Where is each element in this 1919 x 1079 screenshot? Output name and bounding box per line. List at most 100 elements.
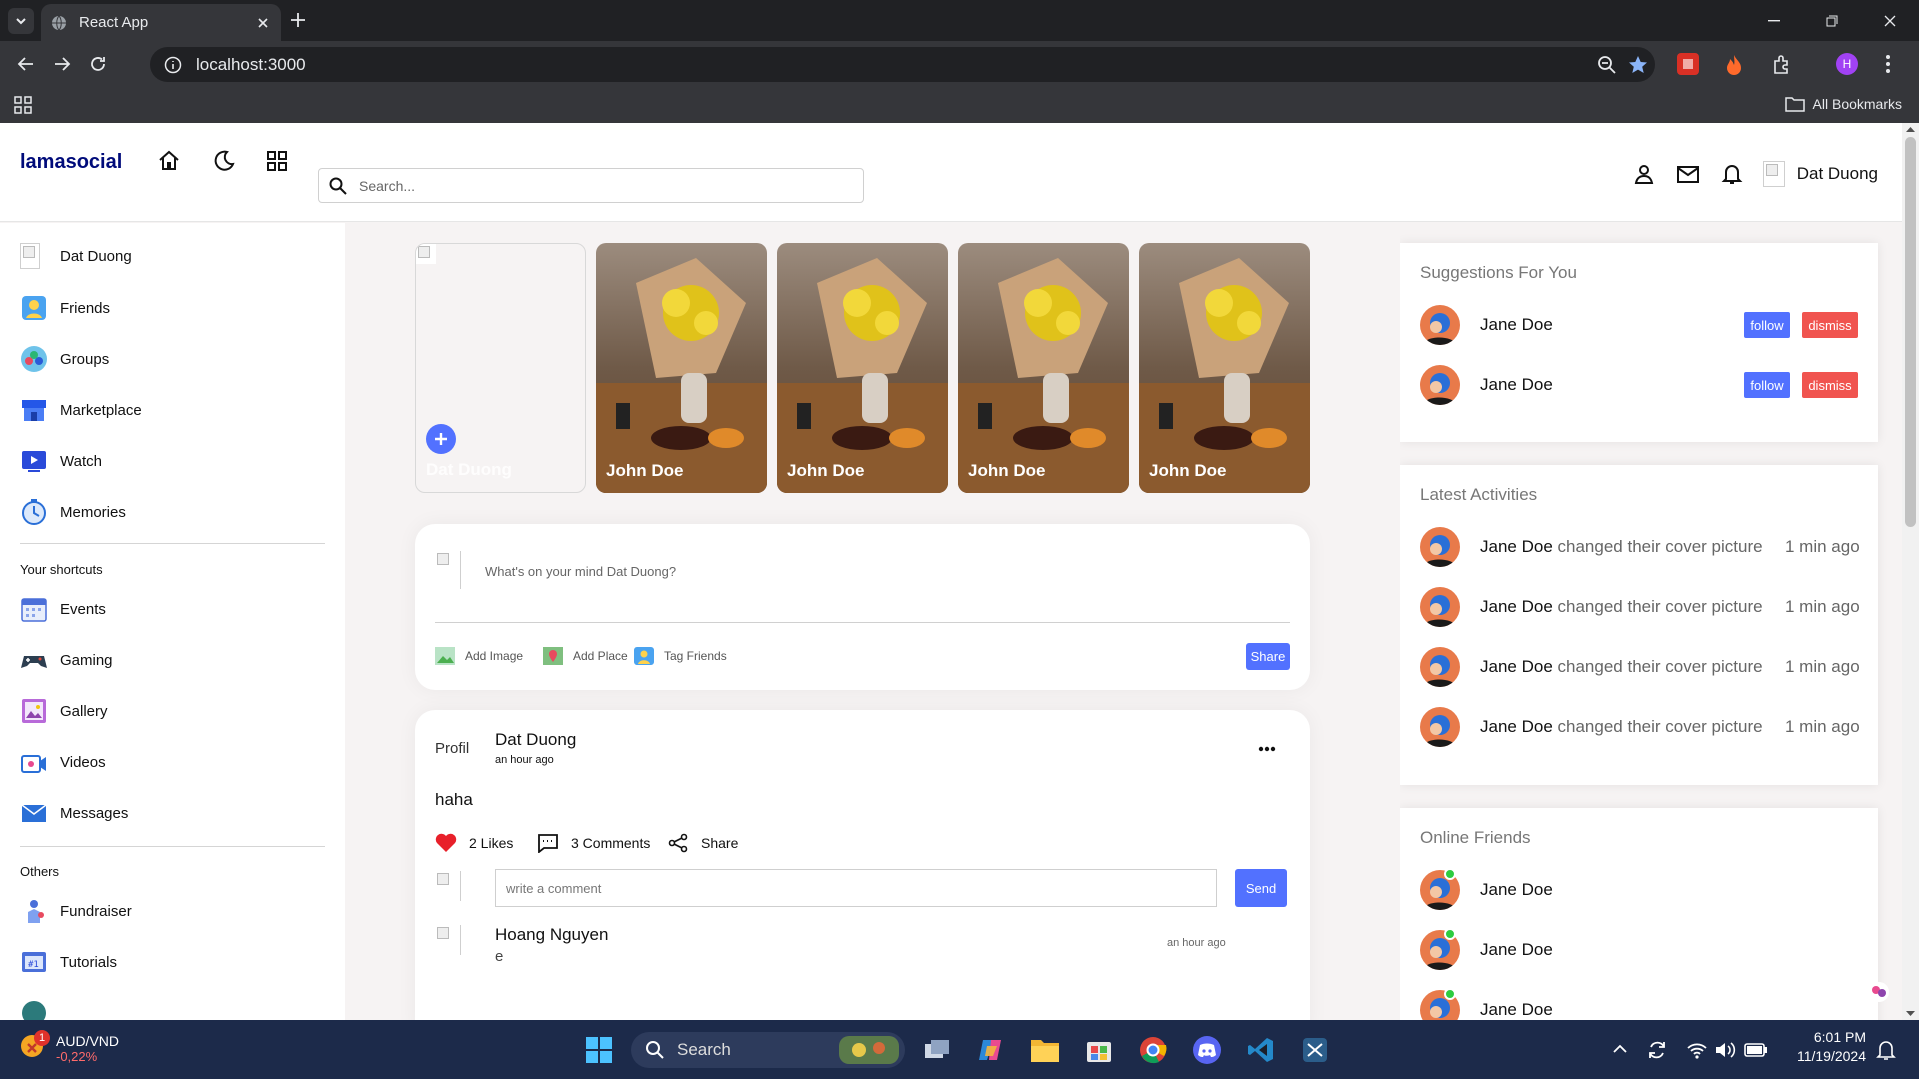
sidebar-item-messages[interactable]: Messages: [20, 799, 128, 827]
sidebar-item-watch[interactable]: Watch: [20, 447, 102, 475]
add-image-button[interactable]: Add Image: [435, 647, 523, 665]
composer-input[interactable]: What's on your mind Dat Duong?: [485, 564, 676, 579]
close-window-button[interactable]: [1861, 0, 1919, 41]
avatar[interactable]: [1420, 527, 1460, 567]
post-author[interactable]: Dat Duong: [495, 730, 576, 750]
new-tab-icon[interactable]: [289, 11, 307, 29]
avatar[interactable]: [1420, 365, 1460, 405]
taskbar-app-copilot[interactable]: [971, 1030, 1011, 1070]
sidebar-item-events[interactable]: Events: [20, 595, 106, 623]
reload-button[interactable]: [86, 52, 110, 76]
comment-input[interactable]: write a comment: [495, 869, 1217, 907]
fire-extension-icon[interactable]: [1725, 54, 1743, 76]
story-card[interactable]: John Doe: [1139, 243, 1310, 493]
post-share-button[interactable]: Share: [667, 833, 738, 853]
online-friend-name[interactable]: Jane Doe: [1480, 880, 1553, 900]
activity-user[interactable]: Jane Doe: [1480, 717, 1553, 736]
dismiss-button[interactable]: dismiss: [1802, 372, 1858, 398]
like-button[interactable]: 2 Likes: [435, 833, 513, 853]
all-bookmarks[interactable]: All Bookmarks: [1784, 96, 1902, 112]
mail-icon[interactable]: [1675, 161, 1701, 187]
suggestion-name[interactable]: Jane Doe: [1480, 315, 1553, 335]
page-scrollbar[interactable]: [1902, 123, 1919, 1020]
sidebar-item-fundraiser[interactable]: Fundraiser: [20, 897, 132, 925]
scroll-down-icon[interactable]: [1906, 1011, 1915, 1017]
battery-icon[interactable]: [1744, 1041, 1768, 1059]
post-avatar[interactable]: Profil: [435, 730, 475, 770]
story-card[interactable]: John Doe: [958, 243, 1129, 493]
forward-button[interactable]: [50, 52, 74, 76]
courses-icon[interactable]: [20, 999, 48, 1020]
online-friend-name[interactable]: Jane Doe: [1480, 1000, 1553, 1020]
volume-icon[interactable]: [1714, 1040, 1736, 1060]
sidebar-item-marketplace[interactable]: Marketplace: [20, 396, 142, 424]
home-icon[interactable]: [156, 148, 182, 174]
send-button[interactable]: Send: [1235, 869, 1287, 907]
story-card[interactable]: John Doe: [777, 243, 948, 493]
comment-author[interactable]: Hoang Nguyen: [495, 925, 608, 945]
sync-icon[interactable]: [1646, 1039, 1668, 1061]
scrollbar-thumb[interactable]: [1905, 137, 1916, 527]
minimize-button[interactable]: [1745, 0, 1803, 41]
suggestion-name[interactable]: Jane Doe: [1480, 375, 1553, 395]
story-own[interactable]: Dat Duong: [415, 243, 586, 493]
scroll-up-icon[interactable]: [1906, 126, 1915, 132]
avatar[interactable]: [1420, 305, 1460, 345]
taskbar-app-store[interactable]: [1079, 1030, 1119, 1070]
avatar[interactable]: [1420, 647, 1460, 687]
site-info-icon[interactable]: [164, 56, 182, 74]
story-card[interactable]: John Doe: [596, 243, 767, 493]
taskbar-search[interactable]: Search: [631, 1032, 905, 1068]
grid-apps-icon[interactable]: [264, 148, 290, 174]
sidebar-item-groups[interactable]: Groups: [20, 345, 109, 373]
extension-red-icon[interactable]: [1677, 53, 1699, 75]
online-friend-name[interactable]: Jane Doe: [1480, 940, 1553, 960]
activity-user[interactable]: Jane Doe: [1480, 657, 1553, 676]
add-place-button[interactable]: Add Place: [543, 647, 628, 665]
zoom-icon[interactable]: [1597, 55, 1617, 75]
apps-grid-icon[interactable]: [14, 96, 32, 114]
restore-button[interactable]: [1803, 0, 1861, 41]
stock-widget[interactable]: 1 AUD/VND -0,22%: [20, 1030, 119, 1066]
app-logo[interactable]: lamasocial: [20, 151, 122, 174]
activity-user[interactable]: Jane Doe: [1480, 537, 1553, 556]
bookmark-star-icon[interactable]: [1627, 54, 1649, 76]
sidebar-item-videos[interactable]: Videos: [20, 748, 106, 776]
search-input[interactable]: Search...: [359, 178, 415, 194]
activity-user[interactable]: Jane Doe: [1480, 597, 1553, 616]
sidebar-item-gaming[interactable]: Gaming: [20, 646, 113, 674]
dismiss-button[interactable]: dismiss: [1802, 312, 1858, 338]
search-box[interactable]: Search...: [318, 168, 864, 203]
add-story-button[interactable]: [426, 424, 456, 454]
bell-icon[interactable]: [1719, 161, 1745, 187]
assistant-extension-icon[interactable]: [1868, 981, 1890, 1003]
person-icon[interactable]: [1631, 161, 1657, 187]
tag-friends-button[interactable]: Tag Friends: [634, 647, 727, 665]
kebab-menu-icon[interactable]: [1885, 54, 1891, 74]
taskbar-app-vscode[interactable]: [1241, 1030, 1281, 1070]
sidebar-item-gallery[interactable]: Gallery: [20, 697, 108, 725]
dark-mode-icon[interactable]: [210, 148, 236, 174]
sidebar-item-friends[interactable]: Friends: [20, 294, 110, 322]
taskbar-app-explorer[interactable]: [1025, 1030, 1065, 1070]
avatar[interactable]: [1420, 587, 1460, 627]
browser-tab[interactable]: React App: [41, 4, 281, 41]
extensions-icon[interactable]: [1771, 53, 1793, 75]
sidebar-item-memories[interactable]: Memories: [20, 498, 126, 526]
wifi-icon[interactable]: [1686, 1040, 1708, 1060]
profile-avatar[interactable]: H: [1836, 53, 1858, 75]
taskbar-app-discord[interactable]: [1187, 1030, 1227, 1070]
back-button[interactable]: [14, 52, 38, 76]
clock[interactable]: 6:01 PM 11/19/2024: [1780, 1029, 1866, 1064]
avatar[interactable]: [1762, 161, 1785, 187]
taskbar-app-snipping[interactable]: [1295, 1030, 1335, 1070]
chevron-up-icon[interactable]: [1612, 1044, 1628, 1054]
sidebar-item-tutorials[interactable]: #1 Tutorials: [20, 948, 117, 976]
navbar-user-name[interactable]: Dat Duong: [1797, 164, 1878, 184]
notifications-bell-icon[interactable]: [1876, 1039, 1896, 1061]
avatar[interactable]: [1420, 707, 1460, 747]
follow-button[interactable]: follow: [1744, 312, 1790, 338]
tab-search-dropdown[interactable]: [8, 8, 34, 34]
follow-button[interactable]: follow: [1744, 372, 1790, 398]
comments-button[interactable]: 3 Comments: [537, 833, 650, 853]
